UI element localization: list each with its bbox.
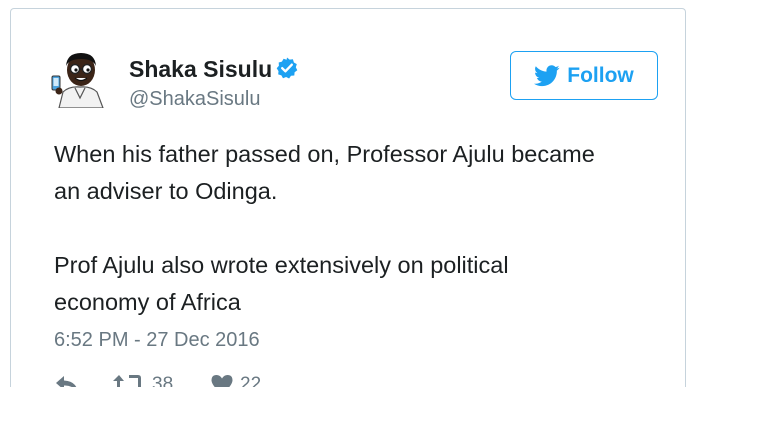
tweet-paragraph-2: Prof Ajulu also wrote extensively on pol…: [54, 252, 509, 315]
retweet-count: 38: [152, 374, 174, 387]
author-handle[interactable]: @ShakaSisulu: [129, 87, 260, 111]
reply-icon: [56, 376, 77, 387]
verified-badge-icon: [275, 56, 299, 86]
follow-button[interactable]: Follow: [510, 51, 658, 100]
heart-icon: [211, 375, 233, 387]
like-button[interactable]: 22: [210, 373, 261, 387]
like-count: 22: [240, 374, 262, 387]
author-name-text: Shaka Sisulu: [129, 56, 273, 82]
twitter-bird-icon: [534, 64, 560, 87]
tweet-paragraph-1: When his father passed on, Professor Aju…: [54, 141, 595, 204]
page-canvas: Shaka Sisulu @ShakaSisulu Follow When hi…: [0, 0, 768, 431]
tweet-actions: 38 22: [54, 373, 354, 387]
follow-label: Follow: [567, 63, 634, 87]
embedded-tweet-card: Shaka Sisulu @ShakaSisulu Follow When hi…: [10, 8, 686, 387]
tweet-timestamp[interactable]: 6:52 PM - 27 Dec 2016: [54, 327, 260, 353]
tweet-text: When his father passed on, Professor Aju…: [54, 136, 674, 321]
retweet-icon: [113, 375, 145, 387]
author-avatar[interactable]: [49, 46, 111, 109]
author-name[interactable]: Shaka Sisulu: [129, 55, 299, 86]
reply-button[interactable]: [54, 373, 80, 387]
cartoon-avatar-icon: [51, 53, 104, 109]
retweet-button[interactable]: 38: [112, 373, 173, 387]
